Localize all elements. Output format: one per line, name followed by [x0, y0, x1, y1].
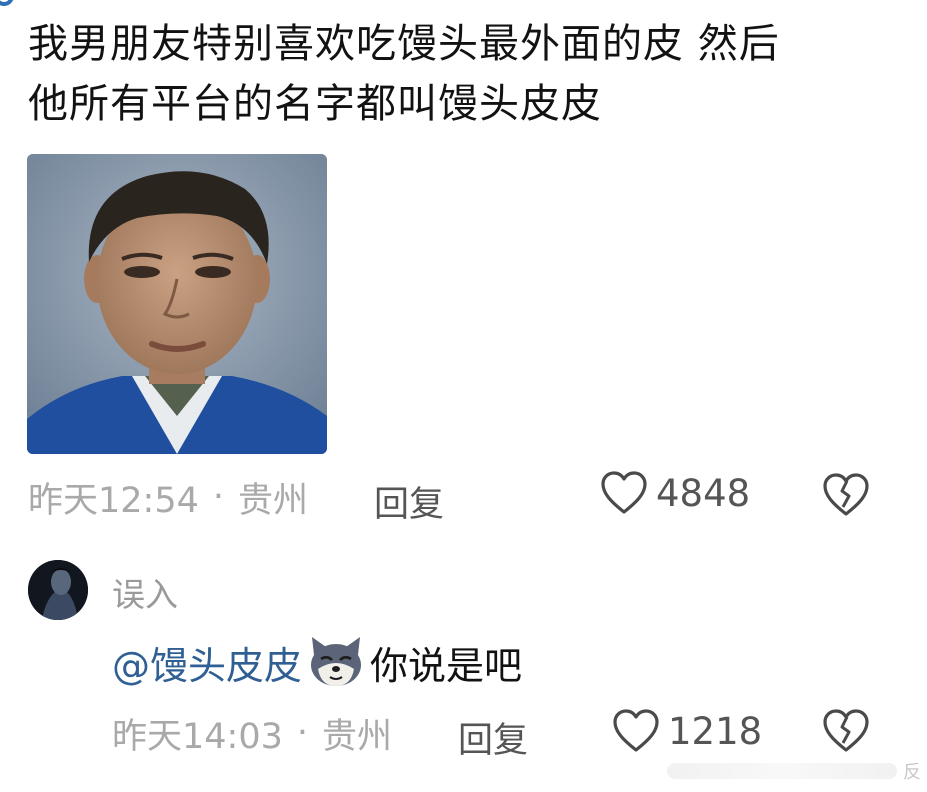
dislike-button[interactable] [822, 472, 870, 522]
comment-location: 贵州 [238, 480, 309, 521]
like-count: 4848 [656, 471, 751, 515]
heart-icon [601, 471, 647, 514]
reply-meta: 昨天14:03 · 贵州 [112, 708, 392, 758]
comment-meta: 昨天12:54 · 贵州 [28, 472, 308, 522]
like-button[interactable]: 4848 [600, 470, 750, 516]
portrait-photo [27, 154, 327, 454]
reply-like-count: 1218 [668, 709, 763, 753]
reply-avatar[interactable] [28, 560, 88, 620]
reply-like-button[interactable]: 1218 [612, 708, 762, 754]
comment-thread: 我男朋友特别喜欢吃馒头最外面的皮 然后 他所有平台的名字都叫馒头皮皮 昨天12:… [0, 0, 927, 792]
reply-reply-button[interactable]: 回复 [458, 712, 528, 763]
watermark: 反 [667, 756, 921, 786]
comment-text-line-1: 我男朋友特别喜欢吃馒头最外面的皮 然后 [28, 21, 780, 67]
reply-username[interactable]: 误入 [112, 568, 178, 616]
heart-icon [613, 709, 659, 752]
comment-text-line-2: 他所有平台的名字都叫馒头皮皮 [28, 81, 602, 127]
avatar [28, 560, 88, 620]
reply-body: @馒头皮皮 你说是吧 [112, 632, 522, 692]
reply-dislike-button[interactable] [822, 708, 870, 758]
wolf-dog-emoji-icon [306, 635, 366, 689]
corner-accent [0, 0, 14, 6]
reply-timestamp: 昨天14:03 [112, 716, 283, 757]
reply-button[interactable]: 回复 [374, 476, 444, 527]
comment-photo[interactable] [27, 154, 327, 454]
broken-heart-icon [823, 473, 869, 516]
reply-text: 你说是吧 [370, 643, 523, 688]
comment-timestamp: 昨天12:54 [28, 480, 199, 521]
watermark-text: 反 [903, 762, 921, 783]
broken-heart-icon [823, 709, 869, 752]
meta-separator: · [296, 713, 309, 753]
mention-link[interactable]: @馒头皮皮 [112, 635, 302, 690]
comment-body: 我男朋友特别喜欢吃馒头最外面的皮 然后 他所有平台的名字都叫馒头皮皮 [28, 14, 898, 134]
watermark-bar [667, 763, 897, 779]
meta-separator: · [212, 477, 225, 517]
reply-location: 贵州 [322, 716, 393, 757]
